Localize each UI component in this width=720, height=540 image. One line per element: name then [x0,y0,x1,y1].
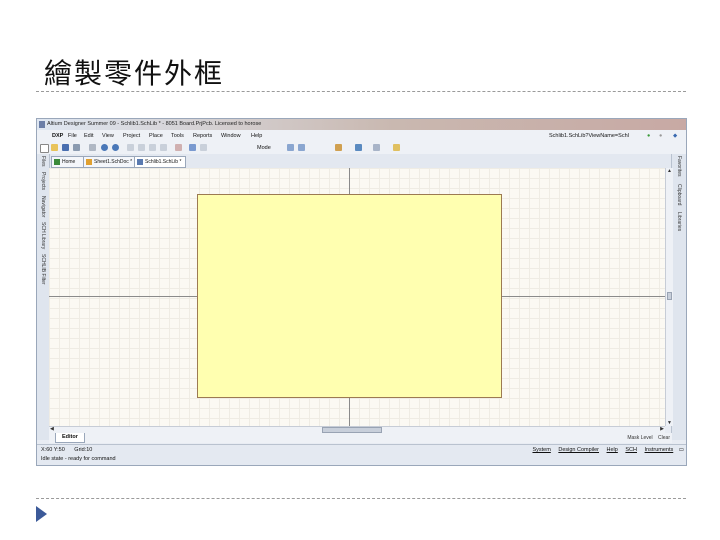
right-panel-strip: Favorites Clipboard Libraries [671,154,686,440]
status-grid-value: Grid:10 [74,447,93,453]
app-icon [39,121,45,128]
status-message: Idle state - ready for command [41,456,116,462]
document-tab-bar: Home Sheet1.SchDoc * Schlib1.SchLib * [49,154,672,169]
tab-schlib1-label: Schlib1.SchLib * [145,159,182,165]
scroll-right-arrow-icon[interactable]: ▶ [660,426,664,432]
menu-view[interactable]: View [102,130,114,142]
print-icon[interactable] [73,144,80,151]
menu-file[interactable]: File [68,130,77,142]
address-field[interactable]: Schlib1.SchLib?ViewName=Schl [549,130,629,142]
panel-tab-schlib-filter[interactable]: SCHLIB Filter [37,254,49,286]
menu-dxp[interactable]: DXP [52,130,63,142]
menu-bar: DXP File Edit View Project Place Tools R… [37,130,686,142]
menu-place[interactable]: Place [149,130,163,142]
open-folder-icon[interactable] [51,144,58,151]
status-bar-bottom: Idle state - ready for command [37,454,686,465]
schematic-canvas[interactable] [49,168,665,426]
status-coord-value: X:60 Y:50 [41,447,65,453]
panel-tab-navigator[interactable]: Navigator [37,196,49,220]
zoom-out-icon[interactable] [112,144,119,151]
schdoc-icon [86,159,92,165]
arrow-right-icon[interactable] [298,144,305,151]
status-design-compiler-button[interactable]: Design Compiler [558,447,599,453]
undo-icon[interactable] [189,144,196,151]
scroll-up-arrow-icon[interactable]: ▲ [666,168,673,174]
top-divider [36,91,686,92]
window-title: Altium Designer Summer 09 - Schlib1.SchL… [47,121,262,127]
editor-tab-row: Editor Mask Level Clear [49,433,672,443]
menu-edit[interactable]: Edit [84,130,93,142]
new-file-icon[interactable] [40,144,49,153]
vertical-scroll-thumb[interactable] [667,292,672,300]
editor-right-controls: Mask Level Clear [627,433,670,443]
redo-icon[interactable] [200,144,207,151]
tab-sheet1-label: Sheet1.SchDoc * [94,159,133,165]
panel-tab-favorites[interactable]: Favorites [673,156,685,182]
grid-icon[interactable] [373,144,380,151]
move-icon[interactable] [160,144,167,151]
select-icon[interactable] [149,144,156,151]
slide-title: 繪製零件外框 [44,57,225,90]
menu-reports[interactable]: Reports [193,130,212,142]
scroll-down-arrow-icon[interactable]: ▼ [666,420,673,426]
panel-tab-clipboard[interactable]: Clipboard [673,184,685,210]
panel-tab-sch-library[interactable]: SCH Library [37,222,49,252]
paste-icon[interactable] [138,144,145,151]
cross-icon[interactable] [175,144,182,151]
home-icon [54,159,60,165]
mask-level-button[interactable]: Mask Level [627,435,652,441]
status-sch-button[interactable]: SCH [625,447,637,453]
tab-home-label: Home [62,159,76,165]
component-rectangle[interactable] [197,194,502,398]
editor-tab[interactable]: Editor [55,433,85,443]
tab-schlib1[interactable]: Schlib1.SchLib * [134,156,186,168]
vertical-scrollbar[interactable]: ▲ ▼ [665,168,673,426]
bottom-divider [36,498,686,499]
panel-tab-projects[interactable]: Projects [37,172,49,194]
tab-sheet1[interactable]: Sheet1.SchDoc * [83,156,135,168]
scroll-left-arrow-icon[interactable]: ◀ [50,426,54,432]
mode-dropdown[interactable]: Mode [257,143,271,153]
status-more-icon[interactable]: ▭ [679,447,684,453]
cut-icon[interactable] [89,144,96,151]
nav-extra-icon[interactable]: ◆ [673,130,677,142]
copy-icon[interactable] [127,144,134,151]
menu-window[interactable]: Window [221,130,241,142]
panel-tab-libraries[interactable]: Libraries [673,212,685,236]
clear-button[interactable]: Clear [658,435,670,441]
panel-tab-files[interactable]: Files [37,156,49,170]
schlib-icon [137,159,143,165]
component-icon[interactable] [393,144,400,151]
menu-project[interactable]: Project [123,130,140,142]
status-system-button[interactable]: System [532,447,550,453]
title-bar: Altium Designer Summer 09 - Schlib1.SchL… [37,119,686,130]
place-part-icon[interactable] [335,144,342,151]
menu-help[interactable]: Help [251,130,262,142]
altium-window: Altium Designer Summer 09 - Schlib1.SchL… [36,118,687,466]
zoom-in-icon[interactable] [101,144,108,151]
save-icon[interactable] [62,144,69,151]
nav-forward-icon[interactable]: ● [659,130,662,142]
nav-back-icon[interactable]: ● [647,130,650,142]
bullet-arrow-icon [36,506,47,522]
place-line-icon[interactable] [355,144,362,151]
menu-tools[interactable]: Tools [171,130,184,142]
arrow-left-icon[interactable] [287,144,294,151]
status-help-button[interactable]: Help [607,447,618,453]
status-instruments-button[interactable]: Instruments [645,447,674,453]
